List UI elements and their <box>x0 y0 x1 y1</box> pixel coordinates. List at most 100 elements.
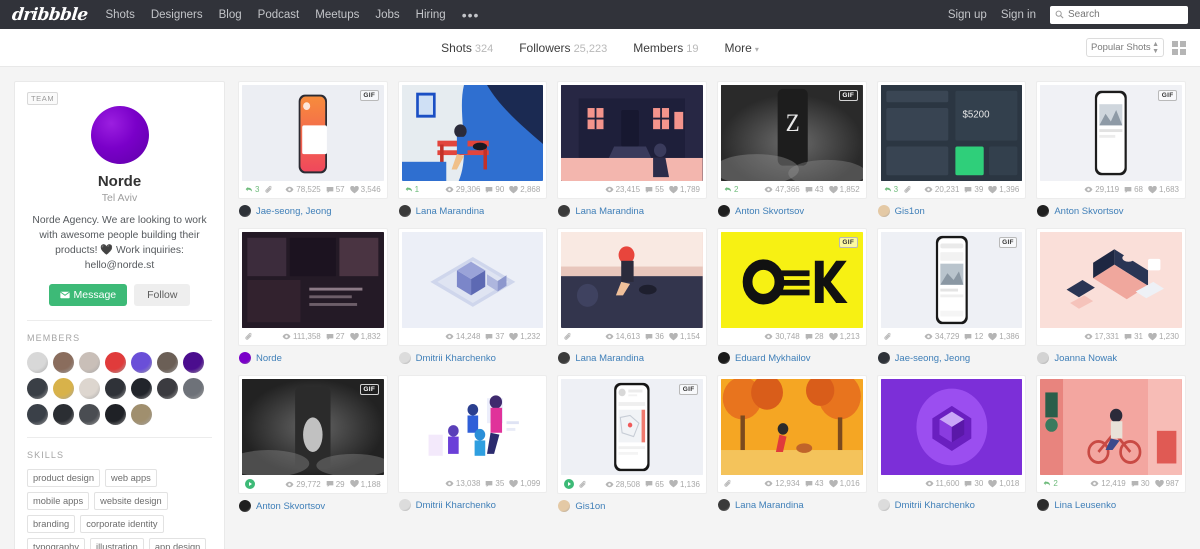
follow-button[interactable]: Follow <box>134 284 190 306</box>
member-avatar[interactable] <box>183 378 204 399</box>
shot-thumbnail[interactable] <box>561 85 703 181</box>
author-name[interactable]: Norde <box>256 353 282 364</box>
member-avatar[interactable] <box>105 378 126 399</box>
shot-card[interactable]: $5200320,231391,396 Gis1on <box>877 81 1027 217</box>
tab-members[interactable]: Members19 <box>633 41 698 55</box>
avatar[interactable] <box>91 106 149 164</box>
shot-author[interactable]: Dmitrii Kharchenko <box>398 352 548 364</box>
skill-tag[interactable]: app design <box>149 538 207 549</box>
skill-tag[interactable]: web apps <box>105 469 157 487</box>
author-name[interactable]: Gis1on <box>895 206 925 217</box>
shot-card[interactable]: 17,331311,230 Joanna Nowak <box>1036 228 1186 364</box>
shot-thumbnail[interactable]: GIF <box>561 379 703 475</box>
shot-author[interactable]: Gis1on <box>877 205 1027 217</box>
shot-author[interactable]: Anton Skvortsov <box>238 500 388 512</box>
author-name[interactable]: Lina Leusenko <box>1054 500 1116 511</box>
nav-link-meetups[interactable]: Meetups <box>315 9 359 21</box>
skill-tag[interactable]: product design <box>27 469 100 487</box>
member-avatar[interactable] <box>105 404 126 425</box>
member-avatar[interactable] <box>27 352 48 373</box>
shot-thumbnail-wrapper[interactable]: 111,358271,832 <box>238 228 388 346</box>
shot-thumbnail-wrapper[interactable]: 17,331311,230 <box>1036 228 1186 346</box>
member-avatar[interactable] <box>79 404 100 425</box>
author-name[interactable]: Jae-seong, Jeong <box>256 206 332 217</box>
shot-card[interactable]: 13,038351,099Dmitrii Kharchenko <box>398 375 548 512</box>
shot-card[interactable]: 14,613361,154Lana Marandina <box>557 228 707 364</box>
shot-thumbnail[interactable] <box>1040 232 1182 328</box>
shot-card[interactable]: GIF29,772291,188 Anton Skvortsov <box>238 375 388 512</box>
shot-thumbnail[interactable]: ZGIF <box>721 85 863 181</box>
shot-author[interactable]: Lana Marandina <box>717 499 867 511</box>
member-avatar[interactable] <box>53 404 74 425</box>
shot-thumbnail-wrapper[interactable]: GIF29,119681,683 <box>1036 81 1186 199</box>
shot-thumbnail[interactable]: GIF <box>1040 85 1182 181</box>
shot-thumbnail[interactable] <box>721 379 863 475</box>
shot-author[interactable]: Lina Leusenko <box>1036 499 1186 511</box>
shot-author[interactable]: Joanna Nowak <box>1036 352 1186 364</box>
nav-link-hiring[interactable]: Hiring <box>416 9 446 21</box>
nav-link-blog[interactable]: Blog <box>219 9 242 21</box>
shot-card[interactable]: GIF30,748281,213Eduard Mykhailov <box>717 228 867 364</box>
shot-thumbnail[interactable] <box>561 232 703 328</box>
author-name[interactable]: Anton Skvortsov <box>1054 206 1123 217</box>
nav-link-podcast[interactable]: Podcast <box>258 9 300 21</box>
shot-author[interactable]: Anton Skvortsov <box>717 205 867 217</box>
skill-tag[interactable]: corporate identity <box>80 515 163 533</box>
shot-author[interactable]: Dmitrii Kharchenko <box>877 499 1027 511</box>
skill-tag[interactable]: mobile apps <box>27 492 89 510</box>
shot-thumbnail[interactable] <box>881 379 1023 475</box>
shot-thumbnail[interactable] <box>402 232 544 328</box>
shot-thumbnail-wrapper[interactable]: $5200320,231391,396 <box>877 81 1027 199</box>
shot-author[interactable]: Lana Marandina <box>398 205 548 217</box>
member-avatar[interactable] <box>131 352 152 373</box>
skill-tag[interactable]: branding <box>27 515 75 533</box>
shot-card[interactable]: GIF29,119681,683 Anton Skvortsov <box>1036 81 1186 217</box>
shot-card[interactable]: ZGIF247,366431,852Anton Skvortsov <box>717 81 867 217</box>
shot-thumbnail[interactable] <box>1040 379 1182 475</box>
member-avatar[interactable] <box>183 352 204 373</box>
shot-card[interactable]: 111,358271,832 Norde <box>238 228 388 364</box>
shot-thumbnail-wrapper[interactable]: GIF34,729121,386 <box>877 228 1027 346</box>
shot-thumbnail-wrapper[interactable]: GIF30,748281,213 <box>717 228 867 346</box>
member-avatar[interactable] <box>27 404 48 425</box>
shot-thumbnail[interactable] <box>402 85 544 181</box>
message-button[interactable]: Message <box>49 284 128 306</box>
shot-author[interactable]: Lana Marandina <box>557 352 707 364</box>
member-avatar[interactable] <box>157 378 178 399</box>
more-menu-icon[interactable]: ••• <box>462 11 480 19</box>
tab-followers[interactable]: Followers25,223 <box>519 41 607 55</box>
tab-shots[interactable]: Shots324 <box>441 41 493 55</box>
shot-card[interactable]: GIF378,525573,546 Jae-seong, Jeong <box>238 81 388 217</box>
shot-card[interactable]: GIF34,729121,386 Jae-seong, Jeong <box>877 228 1027 364</box>
grid-view-toggle[interactable] <box>1172 41 1186 55</box>
shot-thumbnail-wrapper[interactable]: GIF378,525573,546 <box>238 81 388 199</box>
member-avatar[interactable] <box>157 352 178 373</box>
shot-author[interactable]: Lana Marandina <box>557 205 707 217</box>
shot-thumbnail[interactable] <box>402 379 544 475</box>
author-name[interactable]: Lana Marandina <box>575 206 644 217</box>
author-name[interactable]: Jae-seong, Jeong <box>895 353 971 364</box>
shot-author[interactable]: Gis1on <box>557 500 707 512</box>
shot-card[interactable]: 11,600301,018 Dmitrii Kharchenko <box>877 375 1027 512</box>
sort-select[interactable]: Popular Shots ▲▼ <box>1086 38 1164 57</box>
shot-thumbnail[interactable] <box>242 232 384 328</box>
shot-card[interactable]: 212,41930987 Lina Leusenko <box>1036 375 1186 512</box>
member-avatar[interactable] <box>131 378 152 399</box>
shot-thumbnail[interactable]: GIF <box>242 85 384 181</box>
shot-card[interactable]: 12,934431,016Lana Marandina <box>717 375 867 512</box>
shot-card[interactable]: 14,248371,232Dmitrii Kharchenko <box>398 228 548 364</box>
nav-link-designers[interactable]: Designers <box>151 9 203 21</box>
shot-thumbnail-wrapper[interactable]: 212,41930987 <box>1036 375 1186 493</box>
search-box[interactable] <box>1050 6 1188 24</box>
author-name[interactable]: Dmitrii Kharchenko <box>895 500 975 511</box>
author-name[interactable]: Joanna Nowak <box>1054 353 1117 364</box>
skill-tag[interactable]: illustration <box>90 538 144 549</box>
tab-more[interactable]: More▾ <box>724 41 758 55</box>
sign-in-link[interactable]: Sign in <box>1001 9 1036 21</box>
member-avatar[interactable] <box>131 404 152 425</box>
member-avatar[interactable] <box>79 378 100 399</box>
shot-author[interactable]: Norde <box>238 352 388 364</box>
shot-thumbnail-wrapper[interactable]: GIF28,508651,136 <box>557 375 707 494</box>
shot-thumbnail-wrapper[interactable]: GIF29,772291,188 <box>238 375 388 494</box>
shot-thumbnail-wrapper[interactable]: 11,600301,018 <box>877 375 1027 493</box>
